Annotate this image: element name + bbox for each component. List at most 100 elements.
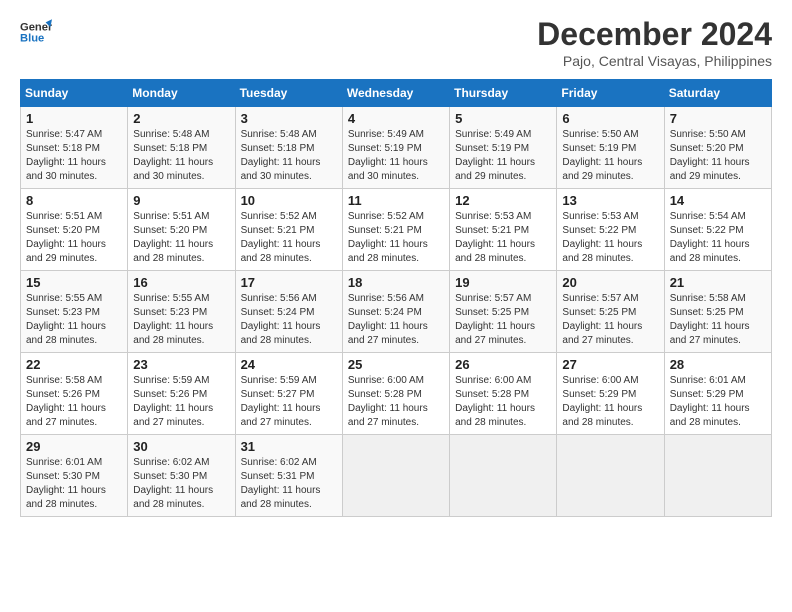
day-number: 25 bbox=[348, 357, 444, 372]
day-number: 21 bbox=[670, 275, 766, 290]
day-number: 5 bbox=[455, 111, 551, 126]
col-saturday: Saturday bbox=[664, 80, 771, 107]
day-info: Sunrise: 5:48 AM Sunset: 5:18 PM Dayligh… bbox=[133, 128, 229, 184]
day-number: 6 bbox=[562, 111, 658, 126]
table-row: 10 Sunrise: 5:52 AM Sunset: 5:21 PM Dayli… bbox=[235, 189, 342, 271]
table-row: 19 Sunrise: 5:57 AM Sunset: 5:25 PM Dayli… bbox=[450, 271, 557, 353]
svg-text:Blue: Blue bbox=[20, 33, 44, 45]
table-row: 12 Sunrise: 5:53 AM Sunset: 5:21 PM Dayli… bbox=[450, 189, 557, 271]
day-info: Sunrise: 5:51 AM Sunset: 5:20 PM Dayligh… bbox=[133, 210, 229, 266]
calendar-header-row: Sunday Monday Tuesday Wednesday Thursday… bbox=[21, 80, 772, 107]
logo: General Blue bbox=[20, 16, 52, 48]
day-info: Sunrise: 6:01 AM Sunset: 5:30 PM Dayligh… bbox=[26, 456, 122, 512]
day-number: 19 bbox=[455, 275, 551, 290]
day-info: Sunrise: 5:59 AM Sunset: 5:27 PM Dayligh… bbox=[241, 374, 337, 430]
day-info: Sunrise: 5:49 AM Sunset: 5:19 PM Dayligh… bbox=[348, 128, 444, 184]
table-row: 14Sunrise: 5:54 AM Sunset: 5:22 PM Dayli… bbox=[664, 189, 771, 271]
month-title: December 2024 bbox=[537, 16, 772, 53]
day-number: 8 bbox=[26, 193, 122, 208]
day-number: 16 bbox=[133, 275, 229, 290]
day-number: 3 bbox=[241, 111, 337, 126]
day-info: Sunrise: 6:01 AM Sunset: 5:29 PM Dayligh… bbox=[670, 374, 766, 430]
day-info: Sunrise: 5:48 AM Sunset: 5:18 PM Dayligh… bbox=[241, 128, 337, 184]
calendar-week-row: 15Sunrise: 5:55 AM Sunset: 5:23 PM Dayli… bbox=[21, 271, 772, 353]
day-number: 12 bbox=[455, 193, 551, 208]
day-info: Sunrise: 5:53 AM Sunset: 5:22 PM Dayligh… bbox=[562, 210, 658, 266]
col-thursday: Thursday bbox=[450, 80, 557, 107]
day-number: 9 bbox=[133, 193, 229, 208]
col-monday: Monday bbox=[128, 80, 235, 107]
day-number: 17 bbox=[241, 275, 337, 290]
day-info: Sunrise: 5:52 AM Sunset: 5:21 PM Dayligh… bbox=[348, 210, 444, 266]
table-row: 15Sunrise: 5:55 AM Sunset: 5:23 PM Dayli… bbox=[21, 271, 128, 353]
day-number: 23 bbox=[133, 357, 229, 372]
table-row bbox=[557, 435, 664, 517]
table-row: 18 Sunrise: 5:56 AM Sunset: 5:24 PM Dayli… bbox=[342, 271, 449, 353]
table-row bbox=[342, 435, 449, 517]
day-info: Sunrise: 5:58 AM Sunset: 5:25 PM Dayligh… bbox=[670, 292, 766, 348]
calendar-week-row: 29Sunrise: 6:01 AM Sunset: 5:30 PM Dayli… bbox=[21, 435, 772, 517]
day-info: Sunrise: 5:55 AM Sunset: 5:23 PM Dayligh… bbox=[133, 292, 229, 348]
day-info: Sunrise: 6:00 AM Sunset: 5:28 PM Dayligh… bbox=[348, 374, 444, 430]
day-info: Sunrise: 5:50 AM Sunset: 5:20 PM Dayligh… bbox=[670, 128, 766, 184]
day-info: Sunrise: 6:02 AM Sunset: 5:30 PM Dayligh… bbox=[133, 456, 229, 512]
col-tuesday: Tuesday bbox=[235, 80, 342, 107]
col-wednesday: Wednesday bbox=[342, 80, 449, 107]
day-info: Sunrise: 5:47 AM Sunset: 5:18 PM Dayligh… bbox=[26, 128, 122, 184]
table-row: 27 Sunrise: 6:00 AM Sunset: 5:29 PM Dayli… bbox=[557, 353, 664, 435]
day-info: Sunrise: 6:00 AM Sunset: 5:28 PM Dayligh… bbox=[455, 374, 551, 430]
table-row: 30 Sunrise: 6:02 AM Sunset: 5:30 PM Dayli… bbox=[128, 435, 235, 517]
table-row: 3 Sunrise: 5:48 AM Sunset: 5:18 PM Daylig… bbox=[235, 107, 342, 189]
day-number: 20 bbox=[562, 275, 658, 290]
day-info: Sunrise: 5:57 AM Sunset: 5:25 PM Dayligh… bbox=[562, 292, 658, 348]
table-row: 16 Sunrise: 5:55 AM Sunset: 5:23 PM Dayli… bbox=[128, 271, 235, 353]
calendar-week-row: 1 Sunrise: 5:47 AM Sunset: 5:18 PM Daylig… bbox=[21, 107, 772, 189]
table-row: 6Sunrise: 5:50 AM Sunset: 5:19 PM Daylig… bbox=[557, 107, 664, 189]
table-row: 22 Sunrise: 5:58 AM Sunset: 5:26 PM Dayli… bbox=[21, 353, 128, 435]
table-row: 25 Sunrise: 6:00 AM Sunset: 5:28 PM Dayli… bbox=[342, 353, 449, 435]
table-row: 20 Sunrise: 5:57 AM Sunset: 5:25 PM Dayli… bbox=[557, 271, 664, 353]
table-row: 29Sunrise: 6:01 AM Sunset: 5:30 PM Dayli… bbox=[21, 435, 128, 517]
logo-icon: General Blue bbox=[20, 16, 52, 48]
location-subtitle: Pajo, Central Visayas, Philippines bbox=[537, 53, 772, 69]
table-row: 2Sunrise: 5:48 AM Sunset: 5:18 PM Daylig… bbox=[128, 107, 235, 189]
day-info: Sunrise: 5:59 AM Sunset: 5:26 PM Dayligh… bbox=[133, 374, 229, 430]
day-number: 14 bbox=[670, 193, 766, 208]
page-header: General Blue December 2024 Pajo, Central… bbox=[20, 16, 772, 69]
day-number: 26 bbox=[455, 357, 551, 372]
day-info: Sunrise: 5:53 AM Sunset: 5:21 PM Dayligh… bbox=[455, 210, 551, 266]
col-friday: Friday bbox=[557, 80, 664, 107]
day-number: 7 bbox=[670, 111, 766, 126]
table-row: 5 Sunrise: 5:49 AM Sunset: 5:19 PM Daylig… bbox=[450, 107, 557, 189]
table-row: 13 Sunrise: 5:53 AM Sunset: 5:22 PM Dayli… bbox=[557, 189, 664, 271]
day-number: 1 bbox=[26, 111, 122, 126]
day-number: 18 bbox=[348, 275, 444, 290]
table-row: 1 Sunrise: 5:47 AM Sunset: 5:18 PM Daylig… bbox=[21, 107, 128, 189]
day-number: 24 bbox=[241, 357, 337, 372]
day-info: Sunrise: 5:49 AM Sunset: 5:19 PM Dayligh… bbox=[455, 128, 551, 184]
day-info: Sunrise: 5:57 AM Sunset: 5:25 PM Dayligh… bbox=[455, 292, 551, 348]
table-row bbox=[664, 435, 771, 517]
day-info: Sunrise: 5:52 AM Sunset: 5:21 PM Dayligh… bbox=[241, 210, 337, 266]
day-number: 28 bbox=[670, 357, 766, 372]
day-number: 11 bbox=[348, 193, 444, 208]
calendar-week-row: 8 Sunrise: 5:51 AM Sunset: 5:20 PM Daylig… bbox=[21, 189, 772, 271]
day-number: 27 bbox=[562, 357, 658, 372]
day-number: 10 bbox=[241, 193, 337, 208]
title-area: December 2024 Pajo, Central Visayas, Phi… bbox=[537, 16, 772, 69]
day-info: Sunrise: 5:58 AM Sunset: 5:26 PM Dayligh… bbox=[26, 374, 122, 430]
day-info: Sunrise: 5:55 AM Sunset: 5:23 PM Dayligh… bbox=[26, 292, 122, 348]
day-number: 22 bbox=[26, 357, 122, 372]
table-row: 9 Sunrise: 5:51 AM Sunset: 5:20 PM Daylig… bbox=[128, 189, 235, 271]
day-number: 30 bbox=[133, 439, 229, 454]
day-info: Sunrise: 5:56 AM Sunset: 5:24 PM Dayligh… bbox=[348, 292, 444, 348]
day-number: 4 bbox=[348, 111, 444, 126]
day-number: 13 bbox=[562, 193, 658, 208]
table-row bbox=[450, 435, 557, 517]
calendar-week-row: 22 Sunrise: 5:58 AM Sunset: 5:26 PM Dayli… bbox=[21, 353, 772, 435]
day-info: Sunrise: 6:00 AM Sunset: 5:29 PM Dayligh… bbox=[562, 374, 658, 430]
table-row: 26 Sunrise: 6:00 AM Sunset: 5:28 PM Dayli… bbox=[450, 353, 557, 435]
day-info: Sunrise: 6:02 AM Sunset: 5:31 PM Dayligh… bbox=[241, 456, 337, 512]
day-number: 31 bbox=[241, 439, 337, 454]
table-row: 8Sunrise: 5:51 AM Sunset: 5:20 PM Daylig… bbox=[21, 189, 128, 271]
